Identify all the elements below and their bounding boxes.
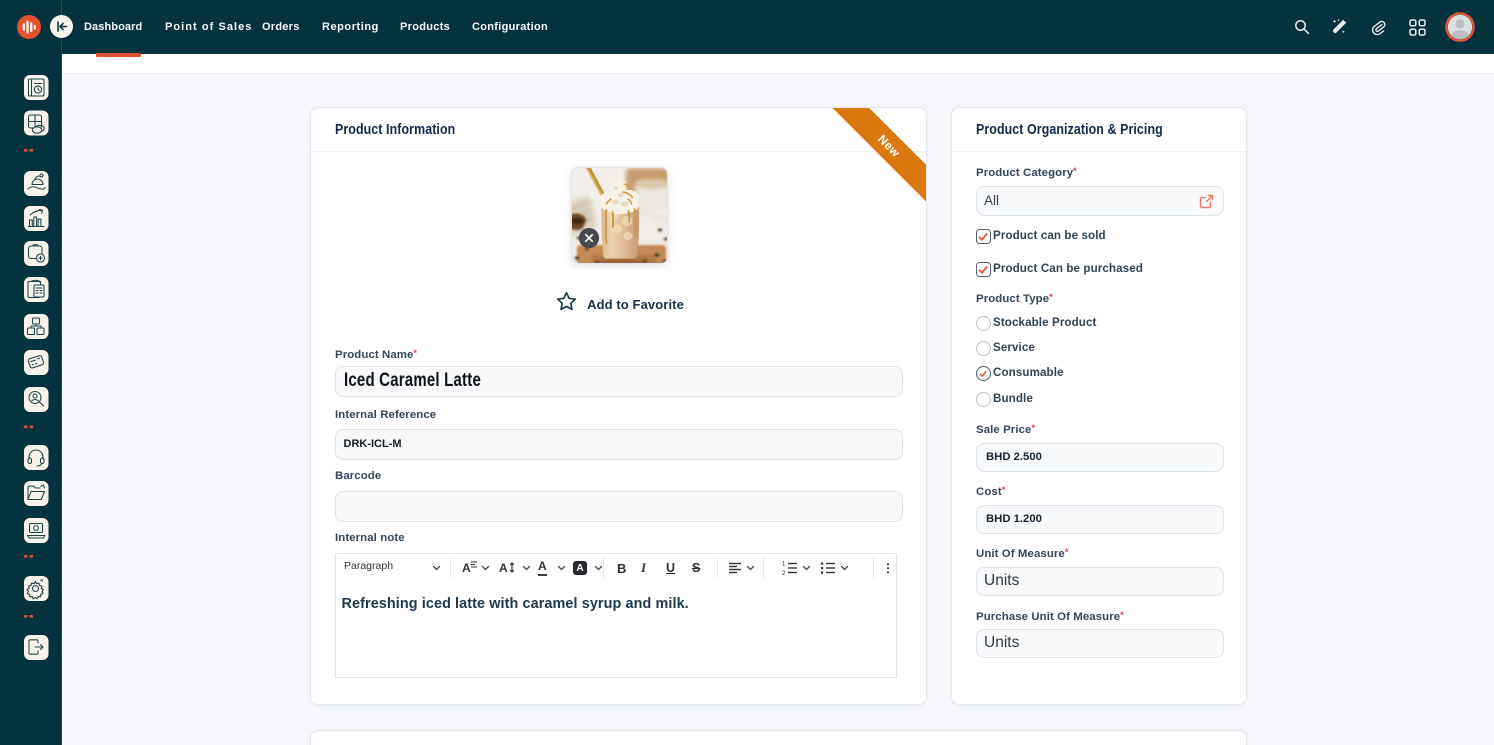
svg-text:2: 2 xyxy=(782,571,786,577)
svg-text:1: 1 xyxy=(782,562,786,568)
